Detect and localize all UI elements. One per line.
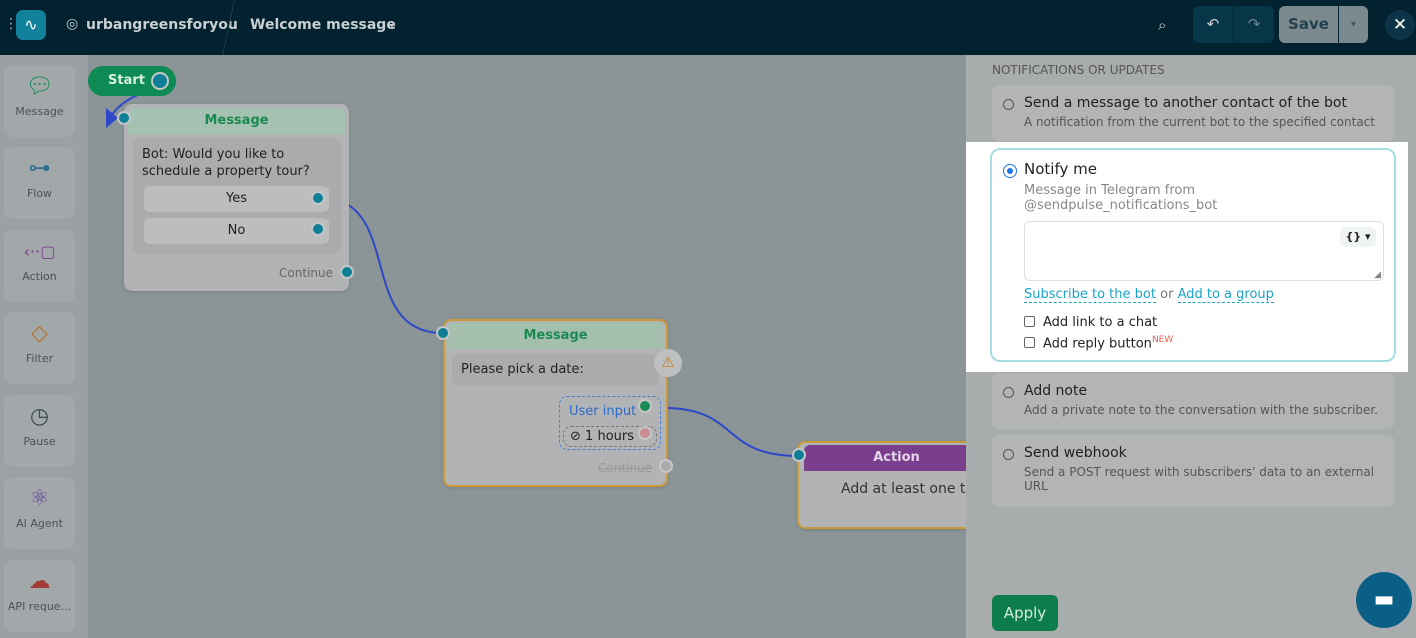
radio-button[interactable] — [1003, 387, 1014, 398]
variables-button[interactable]: {} ▾ — [1340, 227, 1376, 247]
apply-button[interactable]: Apply — [992, 595, 1058, 631]
highlight-area: Notify me Message in Telegram from @send… — [966, 142, 1408, 372]
option-desc: Message in Telegram from @sendpulse_noti… — [1024, 183, 1218, 213]
node-text: Bot: Would you like to schedule a proper… — [142, 147, 310, 179]
option-title: Notify me — [1024, 160, 1097, 178]
radio-button-selected[interactable] — [1004, 165, 1016, 177]
message-textarea[interactable]: {} ▾ ◢ — [1024, 221, 1384, 281]
add-reply-checkbox[interactable]: Add reply buttonNEW — [1024, 335, 1382, 351]
resize-handle-icon[interactable]: ◢ — [1374, 270, 1381, 280]
timeout-label: 1 hours — [585, 429, 634, 444]
checkbox[interactable] — [1024, 316, 1035, 327]
continue-port[interactable] — [659, 459, 673, 473]
user-input-label[interactable]: User input — [569, 404, 636, 419]
node-title: Message — [447, 323, 664, 349]
new-badge: NEW — [1151, 335, 1174, 345]
option-send-webhook[interactable]: Send webhook Send a POST request with sub… — [992, 435, 1394, 507]
checkbox-label: Add link to a chat — [1043, 315, 1158, 330]
subscribe-link[interactable]: Subscribe to the bot — [1024, 287, 1156, 303]
option-desc: Send a POST request with subscribers' da… — [1024, 465, 1375, 493]
variables-icon: {} — [1345, 230, 1362, 243]
option-title: Add note — [1024, 383, 1088, 399]
checkbox-label: Add reply button — [1043, 336, 1152, 352]
checkbox[interactable] — [1024, 337, 1035, 349]
option-notify-me[interactable]: Notify me Message in Telegram from @send… — [990, 148, 1396, 362]
node-text: Please pick a date: — [452, 354, 659, 386]
option-title: Send webhook — [1024, 445, 1127, 461]
node-title: Message — [128, 108, 345, 134]
quick-reply-yes[interactable]: Yes — [144, 186, 329, 212]
start-port[interactable] — [151, 72, 169, 90]
section-title: NOTIFICATIONS OR UPDATES — [992, 63, 1165, 77]
add-group-link[interactable]: Add to a group — [1177, 287, 1274, 303]
node-text: Add at least one t — [841, 481, 966, 497]
continue-label: Continue — [279, 266, 333, 280]
continue-label: Continue — [598, 461, 652, 475]
add-link-checkbox[interactable]: Add link to a chat — [1024, 315, 1382, 330]
output-port[interactable] — [311, 222, 325, 236]
option-send-to-contact[interactable]: Send a message to another contact of the… — [992, 85, 1394, 141]
input-port[interactable] — [117, 111, 131, 125]
or-text: or — [1160, 287, 1174, 302]
timeout-port[interactable] — [638, 426, 652, 440]
output-port[interactable] — [638, 399, 652, 413]
input-port[interactable] — [792, 448, 806, 462]
option-title: Send a message to another contact of the… — [1024, 95, 1347, 111]
radio-button[interactable] — [1003, 449, 1014, 460]
node-title: Action — [804, 445, 977, 471]
no-entry-icon: ⊘ — [570, 429, 581, 444]
radio-button[interactable] — [1003, 99, 1014, 110]
warning-icon[interactable]: ⚠ — [654, 349, 682, 377]
chat-support-icon[interactable]: ▬ — [1356, 572, 1412, 628]
quick-reply-no[interactable]: No — [144, 218, 329, 244]
message-node-2[interactable]: Message Please pick a date: User input ⊘… — [443, 319, 668, 487]
output-port[interactable] — [311, 191, 325, 205]
connection-line — [667, 407, 801, 457]
input-port[interactable] — [436, 326, 450, 340]
option-desc: Add a private note to the conversation w… — [1024, 403, 1379, 417]
option-add-note[interactable]: Add note Add a private note to the conver… — [992, 373, 1394, 429]
output-port[interactable] — [340, 265, 354, 279]
action-node[interactable]: Action Add at least one t — [797, 441, 977, 529]
option-desc: A notification from the current bot to t… — [1024, 115, 1375, 129]
